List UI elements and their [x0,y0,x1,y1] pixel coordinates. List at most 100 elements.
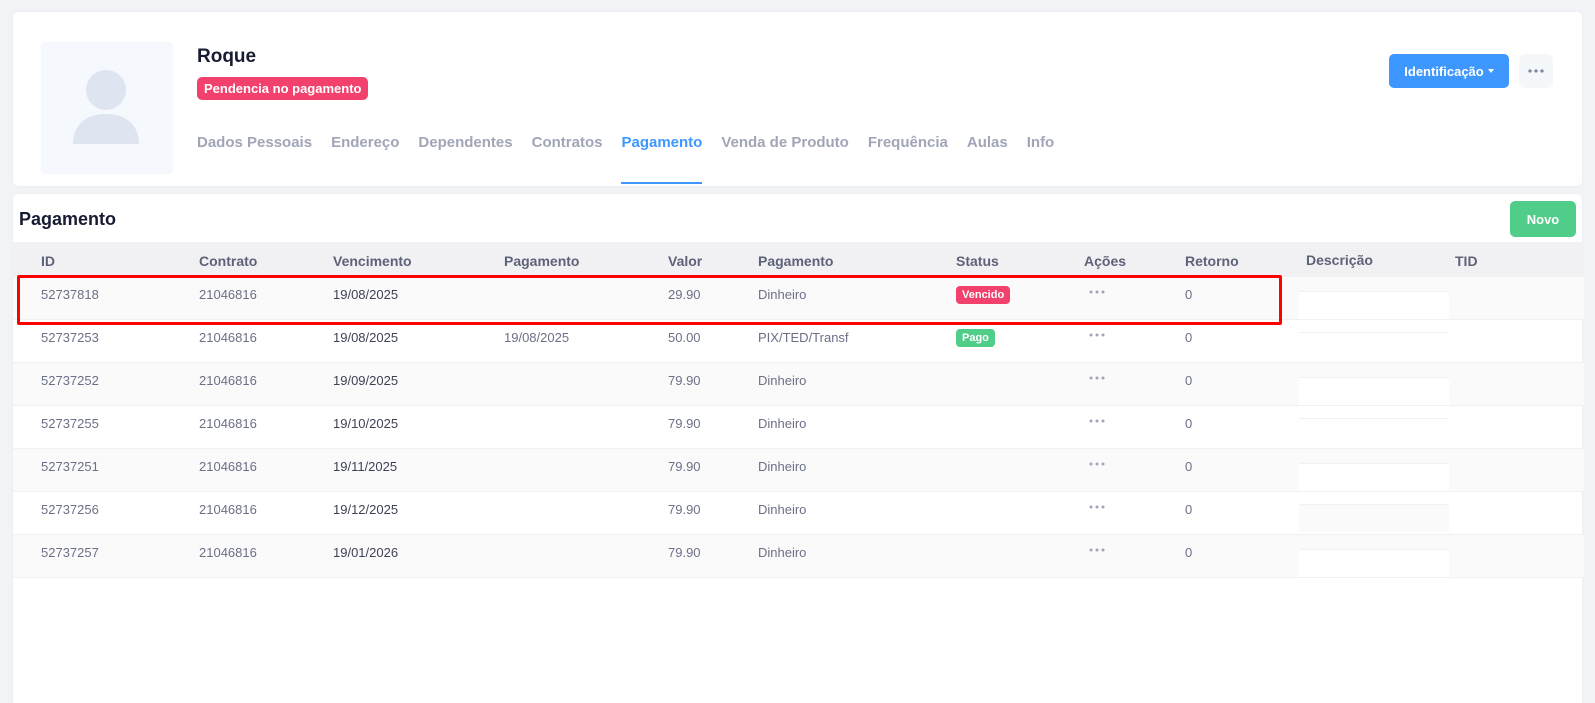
table-row[interactable]: 52737818 21046816 19/08/2025 29.90 Dinhe… [13,277,1584,320]
cell-vencimento: 19/08/2025 [333,330,399,345]
cell-vencimento: 19/09/2025 [333,373,399,388]
new-payment-button[interactable]: Novo [1510,201,1576,237]
cell-contrato: 21046816 [199,502,257,517]
tab-aulas[interactable]: Aulas [967,130,1008,186]
status-badge-pago: Pago [956,329,995,347]
profile-more-button[interactable] [1519,54,1553,88]
tab-contratos[interactable]: Contratos [532,130,603,186]
column-header-id[interactable]: ID [41,253,55,269]
column-header-tid[interactable]: TID [1455,253,1478,269]
identification-button-label: Identificação [1404,63,1484,79]
table-row[interactable]: 52737257 21046816 19/01/2026 79.90 Dinhe… [13,535,1584,578]
cell-retorno: 0 [1185,373,1193,388]
table-row[interactable]: 52737251 21046816 19/11/2025 79.90 Dinhe… [13,449,1584,492]
cell-id: 52737251 [41,459,99,474]
cell-vencimento: 19/12/2025 [333,502,399,517]
profile-tabs: Dados Pessoais Endereço Dependentes Cont… [197,130,1073,186]
cell-contrato: 21046816 [199,416,257,431]
cell-contrato: 21046816 [199,545,257,560]
cell-valor: 79.90 [668,373,701,388]
cell-metodo: Dinheiro [758,373,807,388]
cell-contrato: 21046816 [199,330,257,345]
tab-frequencia[interactable]: Frequência [868,130,948,186]
payment-pending-badge: Pendencia no pagamento [197,77,369,100]
actions-menu-icon[interactable] [1089,462,1105,466]
column-header-vencimento[interactable]: Vencimento [333,253,412,269]
cell-id: 52737818 [41,287,99,302]
column-header-pagamento-data[interactable]: Pagamento [504,253,579,269]
column-header-contrato[interactable]: Contrato [199,253,257,269]
cell-contrato: 21046816 [199,287,257,302]
cell-retorno: 0 [1185,459,1193,474]
profile-card: Roque Pendencia no pagamento Dados Pesso… [12,11,1583,187]
section-title: Pagamento [19,209,117,229]
tab-info[interactable]: Info [1027,130,1055,186]
cell-valor: 79.90 [668,416,701,431]
cell-metodo: Dinheiro [758,502,807,517]
caret-down-icon [1487,69,1494,73]
actions-menu-icon[interactable] [1089,548,1105,552]
cell-valor: 79.90 [668,459,701,474]
cell-metodo: PIX/TED/Transf [758,330,849,345]
column-header-retorno[interactable]: Retorno [1185,253,1239,269]
cell-metodo: Dinheiro [758,287,807,302]
payments-table: ID Contrato Vencimento Pagamento Valor P… [13,242,1584,578]
column-header-valor[interactable]: Valor [668,253,702,269]
description-input[interactable] [1299,418,1449,446]
cell-id: 52737257 [41,545,99,560]
tab-pagamento[interactable]: Pagamento [621,130,702,186]
cell-retorno: 0 [1185,416,1193,431]
column-header-status[interactable]: Status [956,253,999,269]
tab-endereco[interactable]: Endereço [331,130,399,186]
table-row[interactable]: 52737255 21046816 19/10/2025 79.90 Dinhe… [13,406,1584,449]
cell-vencimento: 19/11/2025 [333,459,398,474]
tab-dados-pessoais[interactable]: Dados Pessoais [197,130,312,186]
cell-contrato: 21046816 [199,373,257,388]
column-header-descricao[interactable]: Descrição [1306,252,1373,268]
cell-retorno: 0 [1185,287,1193,302]
actions-menu-icon[interactable] [1089,333,1105,337]
identification-dropdown-button[interactable]: Identificação [1389,54,1509,88]
client-name: Roque [197,46,257,67]
table-row[interactable]: 52737252 21046816 19/09/2025 79.90 Dinhe… [13,363,1584,406]
description-input[interactable] [1299,504,1449,532]
table-row[interactable]: 52737253 21046816 19/08/2025 19/08/2025 … [13,320,1584,363]
table-row[interactable]: 52737256 21046816 19/12/2025 79.90 Dinhe… [13,492,1584,535]
column-header-acoes: Ações [1084,253,1127,269]
actions-menu-icon[interactable] [1089,290,1105,294]
cell-id: 52737253 [41,330,99,345]
user-avatar-icon [73,70,139,144]
payment-card: Pagamento Novo ID Contrato Vencimento Pa… [12,193,1584,703]
cell-retorno: 0 [1185,545,1193,560]
cell-pagamento-data: 19/08/2025 [504,330,570,345]
table-header: ID Contrato Vencimento Pagamento Valor P… [13,242,1584,277]
more-horizontal-icon [1528,69,1544,73]
status-badge-vencido: Vencido [956,286,1011,304]
cell-metodo: Dinheiro [758,459,807,474]
cell-valor: 79.90 [668,545,701,560]
description-input[interactable] [1299,377,1449,405]
avatar [41,42,173,174]
cell-retorno: 0 [1185,502,1193,517]
description-input[interactable] [1299,332,1449,360]
description-input[interactable] [1299,463,1449,491]
cell-vencimento: 19/01/2026 [333,545,399,560]
cell-valor: 50.00 [668,330,701,345]
cell-id: 52737255 [41,416,99,431]
cell-retorno: 0 [1185,330,1193,345]
cell-valor: 79.90 [668,502,701,517]
column-header-pagamento-metodo[interactable]: Pagamento [758,253,833,269]
tab-venda-de-produto[interactable]: Venda de Produto [721,130,849,186]
cell-metodo: Dinheiro [758,416,807,431]
cell-id: 52737256 [41,502,99,517]
description-input[interactable] [1299,549,1449,577]
cell-valor: 29.90 [668,287,701,302]
cell-vencimento: 19/10/2025 [333,416,399,431]
tab-dependentes[interactable]: Dependentes [418,130,512,186]
actions-menu-icon[interactable] [1089,376,1105,380]
actions-menu-icon[interactable] [1089,419,1105,423]
description-input[interactable] [1299,291,1449,319]
cell-id: 52737252 [41,373,99,388]
cell-contrato: 21046816 [199,459,257,474]
actions-menu-icon[interactable] [1089,505,1105,509]
